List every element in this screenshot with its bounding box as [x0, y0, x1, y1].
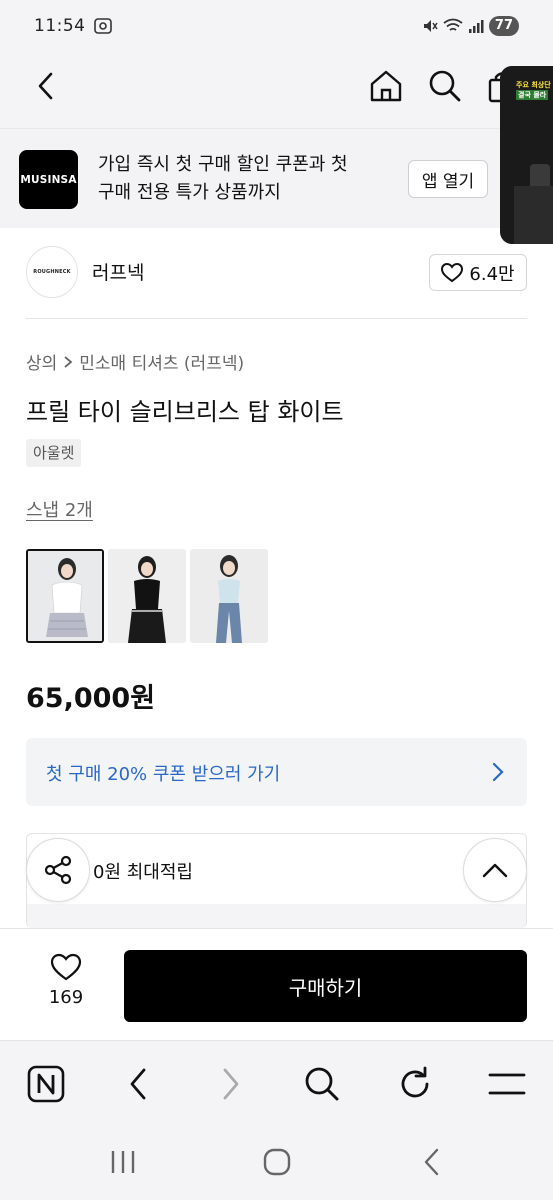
app-header	[0, 44, 553, 128]
nav-back-icon[interactable]	[412, 1144, 452, 1180]
banner-text: 가입 즉시 첫 구매 할인 쿠폰과 첫 구매 전용 특가 상품까지	[98, 151, 388, 207]
outlet-badge: 아울렛	[26, 439, 82, 467]
brand-name[interactable]: 러프넥	[92, 258, 144, 285]
share-icon	[44, 855, 72, 885]
android-nav-bar	[0, 1126, 553, 1200]
musinsa-logo: MUSINSA	[19, 150, 78, 209]
share-button[interactable]	[26, 838, 90, 902]
refresh-icon[interactable]	[394, 1063, 436, 1105]
status-bar: 11:54 77	[0, 0, 553, 44]
menu-icon[interactable]	[486, 1063, 528, 1105]
open-app-button[interactable]: 앱 열기	[408, 160, 488, 198]
product-price: 65,000원	[26, 683, 156, 714]
battery-indicator: 77	[488, 16, 519, 36]
browser-toolbar	[0, 1040, 553, 1126]
back-icon[interactable]	[26, 66, 66, 106]
divider	[26, 318, 527, 319]
home-nav-icon[interactable]	[257, 1144, 297, 1180]
signal-icon	[468, 20, 484, 33]
breadcrumb-category[interactable]: 상의	[26, 349, 57, 374]
buy-button[interactable]: 구매하기	[124, 950, 527, 1022]
wifi-icon	[443, 18, 463, 31]
status-time: 11:54	[34, 16, 86, 36]
heart-icon	[441, 262, 464, 282]
points-text: 0원 최대적립	[93, 862, 193, 883]
coupon-label: 첫 구매 20% 쿠폰 받으러 가기	[46, 764, 281, 785]
screenshot-icon	[94, 18, 112, 34]
brand-like-button[interactable]: 6.4만	[429, 254, 527, 291]
brand-like-count: 6.4만	[469, 263, 515, 285]
points-detail-row	[27, 904, 526, 928]
brand-row: ROUGHNECK 러프넥 6.4만	[0, 228, 553, 318]
snap-link[interactable]: 스냅 2개	[26, 496, 93, 522]
product-thumbnail-2[interactable]	[108, 549, 186, 643]
pip-caption-2: 결국 몰라	[516, 90, 549, 100]
coupon-banner[interactable]: 첫 구매 20% 쿠폰 받으러 가기	[26, 738, 527, 806]
app-promo-banner: MUSINSA 가입 즉시 첫 구매 할인 쿠폰과 첫 구매 전용 특가 상품까…	[0, 128, 553, 228]
chevron-up-icon	[482, 863, 508, 878]
home-icon[interactable]	[366, 66, 406, 106]
brand-logo[interactable]: ROUGHNECK	[26, 246, 78, 298]
pip-video-overlay[interactable]: 주요 최상단 결국 몰라	[500, 66, 553, 244]
breadcrumb: 상의 민소매 티셔츠 (러프넥)	[26, 349, 244, 374]
status-icons: 77	[422, 15, 519, 37]
browser-forward-icon[interactable]	[210, 1063, 252, 1105]
points-box: 0원 최대적립	[26, 833, 527, 928]
banner-line-2: 구매 전용 특가 상품까지	[98, 182, 281, 203]
scroll-top-button[interactable]	[463, 838, 527, 902]
naver-icon[interactable]	[25, 1063, 67, 1105]
product-title: 프릴 타이 슬리브리스 탑 화이트	[26, 398, 344, 426]
product-thumbnail-1[interactable]	[26, 549, 104, 643]
search-icon[interactable]	[425, 66, 465, 106]
chevron-right-icon	[492, 762, 504, 782]
product-thumbnail-3[interactable]	[190, 549, 268, 643]
heart-icon	[50, 953, 82, 981]
banner-line-1: 가입 즉시 첫 구매 할인 쿠폰과 첫	[98, 154, 348, 175]
wish-count: 169	[48, 987, 84, 1008]
purchase-bar: 169 구매하기	[0, 928, 553, 1040]
browser-search-icon[interactable]	[301, 1063, 343, 1105]
recent-apps-icon[interactable]	[103, 1144, 143, 1180]
browser-back-icon[interactable]	[117, 1063, 159, 1105]
chevron-right-icon	[64, 355, 73, 368]
mute-icon	[423, 20, 438, 32]
pip-caption-1: 주요 최상단	[516, 81, 551, 89]
wish-button[interactable]: 169	[40, 953, 92, 1008]
breadcrumb-subcategory[interactable]: 민소매 티셔츠 (러프넥)	[79, 349, 244, 374]
